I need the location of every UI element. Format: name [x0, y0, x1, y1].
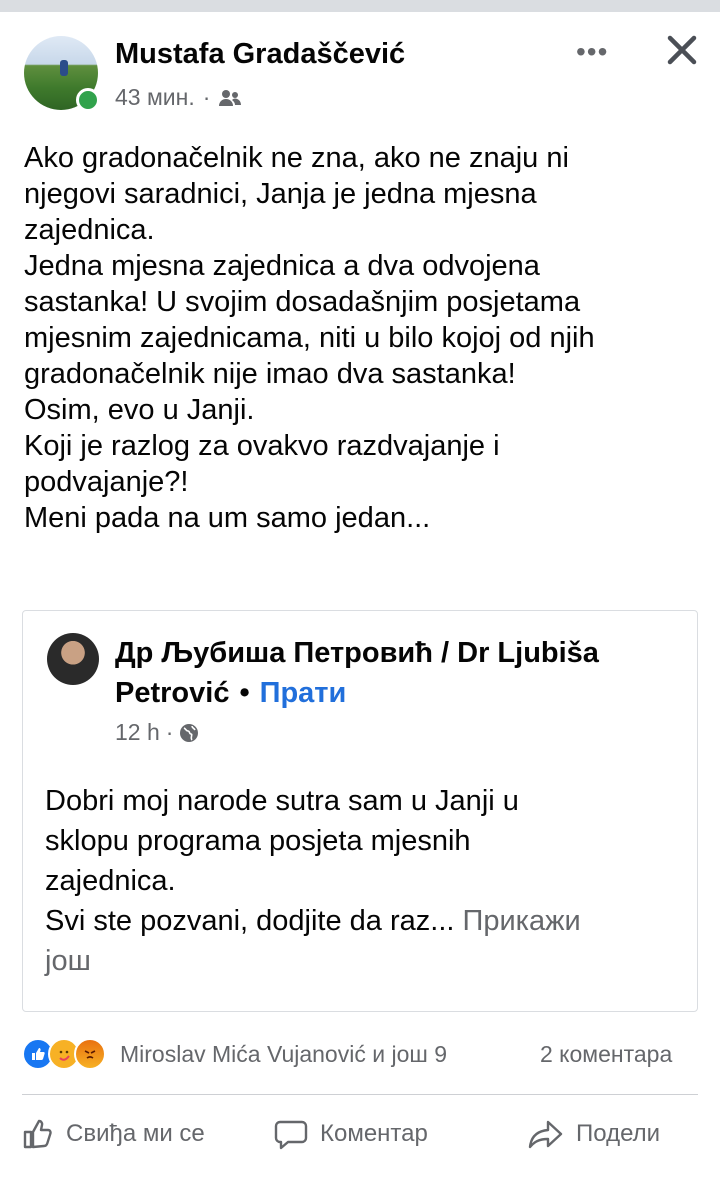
reaction-names[interactable]: Miroslav Mića Vujanović и још 9 — [120, 1041, 447, 1068]
shared-author-name: Др Љубиша Петровић / Dr Ljubiša Petrović… — [115, 633, 675, 713]
comment-icon — [274, 1120, 308, 1150]
see-more-link-cont[interactable]: још — [45, 945, 91, 977]
comment-button[interactable]: Коментар — [274, 1118, 428, 1150]
share-label: Подели — [576, 1120, 661, 1147]
dot-separator: • — [239, 677, 250, 709]
see-more-link[interactable]: Прикажи — [463, 905, 581, 937]
shared-post-card[interactable]: Др Љубиша Петровић / Dr Ljubiša Petrović… — [22, 610, 698, 1012]
post-line: Meni pada na um samo jedan... — [24, 502, 431, 534]
post-line: Jedna mjesna zajednica a dva odvojena — [24, 250, 540, 282]
angry-reaction-icon — [74, 1038, 106, 1070]
post-line: gradonačelnik nije imao dva sastanka! — [24, 358, 516, 390]
meta-separator: · — [202, 84, 211, 110]
top-bar — [0, 0, 720, 12]
shared-post-body: Dobri moj narode sutra sam u Janji u skl… — [45, 781, 685, 981]
shared-author-name-line1[interactable]: Др Љубиша Петровић / Dr Ljubiša — [115, 637, 599, 669]
like-label: Свиђа ми се — [66, 1120, 205, 1147]
post-line: podvajanje?! — [24, 466, 189, 498]
shared-author-name-line2[interactable]: Petrović — [115, 677, 229, 709]
post-line: sastanka! U svojim dosadašnjim posjetama — [24, 286, 581, 318]
meta-separator: · — [165, 719, 174, 745]
shared-post-line: zajednica. — [45, 865, 176, 897]
comments-count[interactable]: 2 коментара — [540, 1041, 672, 1068]
post-body: Ako gradonačelnik ne zna, ako ne znaju n… — [24, 140, 714, 536]
post-line: mjesnim zajednicama, niti u bilo kojoj o… — [24, 322, 595, 354]
shared-post-line: sklopu programa posjeta mjesnih — [45, 825, 471, 857]
comment-label: Коментар — [320, 1120, 428, 1147]
online-status-indicator — [76, 88, 100, 112]
post-line: Ako gradonačelnik ne zna, ako ne znaju n… — [24, 142, 569, 174]
post-line: njegovi saradnici, Janja je jedna mjesna — [24, 178, 537, 210]
friends-icon — [219, 89, 242, 106]
reaction-icons[interactable] — [22, 1038, 106, 1070]
shared-post-time[interactable]: 12 h — [115, 719, 160, 746]
shared-post-meta: 12 h · — [115, 719, 199, 746]
like-button[interactable]: Свиђа ми се — [22, 1118, 205, 1150]
more-options-icon[interactable]: ••• — [576, 36, 608, 68]
divider — [22, 1094, 698, 1095]
shared-post-line: Dobri moj narode sutra sam u Janji u — [45, 785, 519, 817]
share-icon — [528, 1120, 563, 1149]
post-time[interactable]: 43 мин. — [115, 84, 195, 111]
share-button[interactable]: Подели — [528, 1118, 660, 1150]
globe-icon — [180, 723, 199, 742]
follow-button[interactable]: Прати — [260, 677, 347, 709]
post-line: Osim, evo u Janji. — [24, 394, 255, 426]
post-line: Koji je razlog za ovakvo razdvajanje i — [24, 430, 500, 462]
post-author-name[interactable]: Mustafa Gradaščević — [115, 38, 405, 71]
close-icon[interactable] — [664, 32, 700, 68]
shared-author-avatar[interactable] — [47, 633, 99, 685]
thumbs-up-icon — [23, 1119, 52, 1149]
post-meta: 43 мин. · — [115, 84, 242, 111]
shared-post-line: Svi ste pozvani, dodjite da raz... — [45, 905, 455, 937]
post-line: zajednica. — [24, 214, 155, 246]
